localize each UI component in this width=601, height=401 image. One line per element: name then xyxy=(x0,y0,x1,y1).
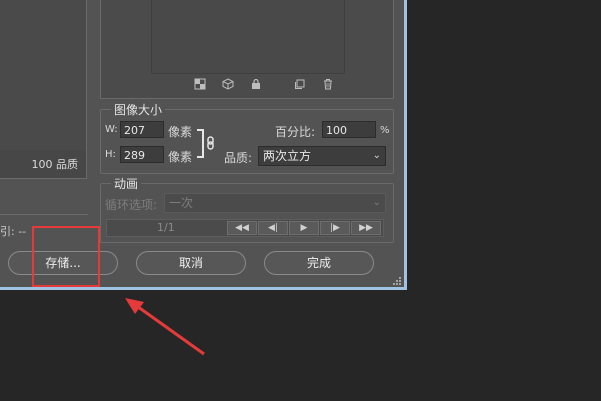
left-status-text: 引: -- xyxy=(0,225,27,238)
lock-icon[interactable] xyxy=(250,78,262,90)
percent-unit: % xyxy=(380,125,390,136)
height-input[interactable]: 289 xyxy=(120,146,164,163)
left-preview-pane xyxy=(0,0,87,151)
loop-options-value: 一次 xyxy=(169,196,194,210)
color-table-area xyxy=(151,0,345,74)
loop-options-select[interactable]: 一次 ⌄ xyxy=(164,193,386,213)
quality-label: 品质: xyxy=(224,151,253,165)
image-size-title: 图像大小 xyxy=(111,101,166,118)
height-unit: 像素 xyxy=(168,150,193,164)
width-unit: 像素 xyxy=(168,125,193,139)
last-frame-button[interactable]: ▶▶ xyxy=(351,221,381,235)
left-quality-text: 100 品质 xyxy=(31,158,79,171)
chevron-down-icon: ⌄ xyxy=(372,197,381,208)
resize-grip-icon[interactable] xyxy=(392,276,402,286)
color-table-panel xyxy=(100,0,394,99)
frame-counter: 1/1 xyxy=(157,221,175,234)
quality-select-value: 两次立方 xyxy=(263,149,312,163)
annotation-arrow-icon xyxy=(125,298,205,356)
percent-input[interactable]: 100 xyxy=(322,121,376,138)
chevron-down-icon: ⌄ xyxy=(372,150,381,161)
left-separator xyxy=(0,214,88,215)
width-input[interactable]: 207 xyxy=(120,121,164,138)
left-quality-bar: 100 品质 xyxy=(0,150,87,179)
constrain-link-icon[interactable] xyxy=(196,129,218,159)
animation-title: 动画 xyxy=(111,175,142,192)
quality-select[interactable]: 两次立方 ⌄ xyxy=(258,146,386,166)
grid-icon[interactable] xyxy=(194,78,206,90)
cube-icon[interactable] xyxy=(222,78,234,90)
loop-options-label: 循环选项: xyxy=(105,198,158,212)
trash-icon[interactable] xyxy=(322,78,334,90)
percent-label: 百分比: xyxy=(275,125,316,139)
height-label: H: xyxy=(105,149,116,160)
cancel-button[interactable]: 取消 xyxy=(136,251,246,275)
animation-controls-bar: 1/1 ◀◀ ◀| ▶ |▶ ▶▶ xyxy=(106,219,384,237)
play-button[interactable]: ▶ xyxy=(289,221,319,235)
done-button[interactable]: 完成 xyxy=(264,251,374,275)
annotation-highlight-box xyxy=(32,226,100,287)
next-frame-button[interactable]: |▶ xyxy=(320,221,350,235)
previous-frame-button[interactable]: ◀| xyxy=(258,221,288,235)
first-frame-button[interactable]: ◀◀ xyxy=(227,221,257,235)
width-label: W: xyxy=(105,124,118,135)
new-layer-icon[interactable] xyxy=(294,78,306,90)
